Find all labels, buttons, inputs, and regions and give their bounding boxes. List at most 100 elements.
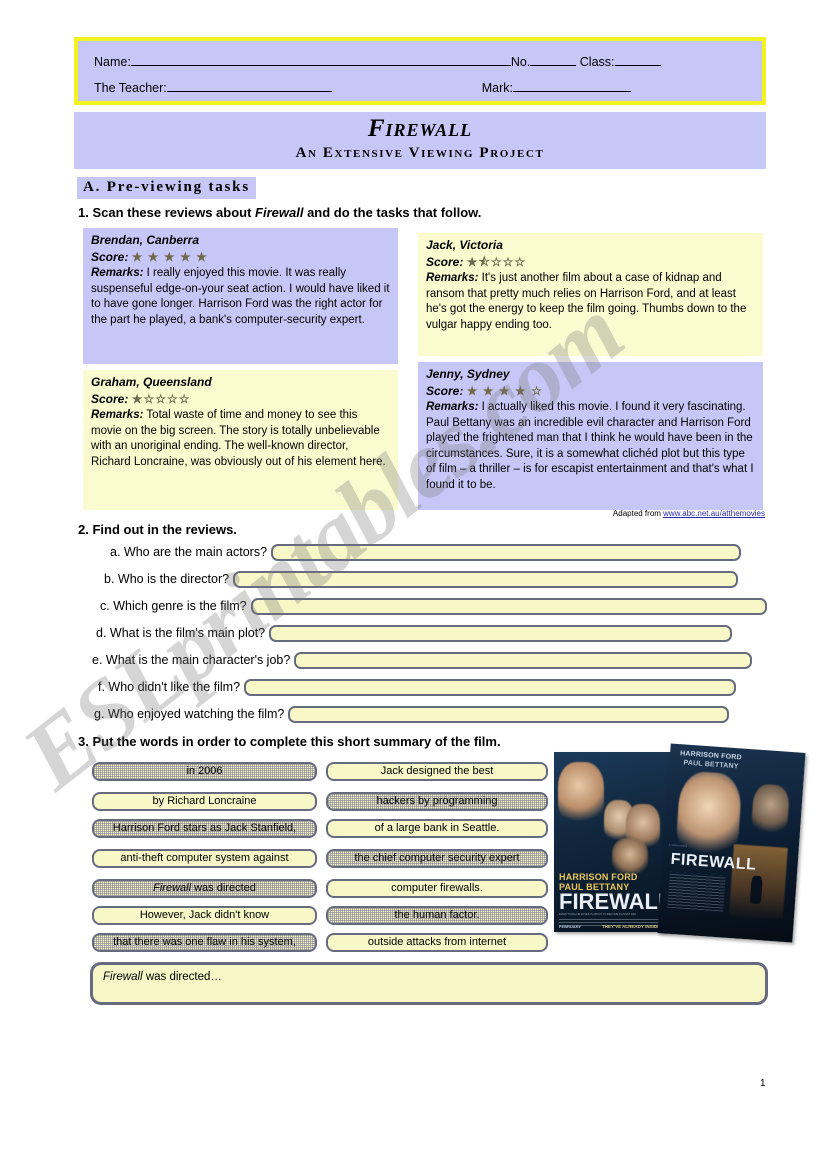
page-subtitle: An Extensive Viewing Project <box>295 145 545 161</box>
summary-film-title: Firewall <box>103 971 143 983</box>
task2-question-label: a. Who are the main actors? <box>110 545 268 559</box>
task3-word-chip[interactable]: computer firewalls. <box>326 879 548 898</box>
review-author: Jack, Victoria <box>426 238 503 252</box>
task3-word-chip[interactable]: anti-theft computer system against <box>92 849 317 868</box>
task2-answer-input[interactable] <box>244 678 737 696</box>
task3-word-chip[interactable]: hackers by programming <box>326 792 548 811</box>
poster-b-credits-block <box>667 871 726 912</box>
summary-answer-box[interactable]: Firewall was directed… <box>90 962 768 1005</box>
task3-chip-label: Firewall was directed <box>153 882 256 894</box>
summary-rest: was directed… <box>142 971 222 983</box>
name-input-line[interactable] <box>130 54 511 66</box>
task2-answer-input[interactable] <box>271 543 742 561</box>
task2-question-row: a. Who are the main actors? <box>110 541 742 563</box>
attribution-prefix: Adapted from <box>612 509 664 518</box>
poster-b-face-bettany <box>750 783 791 836</box>
task3-chip-label: computer firewalls. <box>391 882 483 894</box>
task3-word-chip[interactable]: by Richard Loncraine <box>92 792 317 811</box>
remarks-label: Remarks: <box>426 272 479 284</box>
identity-row-1: Name: No. Class: <box>94 54 661 69</box>
task3-chip-label: Jack designed the best <box>380 765 494 777</box>
task2-question-label: f. Who didn't like the film? <box>98 680 241 694</box>
review-card-jenny: Jenny, Sydney Score: ★ ★ ★ ★ ☆ Remarks: … <box>418 362 763 510</box>
student-identity-box: Name: No. Class: The Teacher: Mark: <box>74 37 766 105</box>
task2-answer-input[interactable] <box>250 597 767 615</box>
task2-question-row: c. Which genre is the film? <box>100 595 767 617</box>
remarks-label: Remarks: <box>426 401 479 413</box>
task3-word-chip[interactable]: Firewall was directed <box>92 879 317 898</box>
task2-question-row: e. What is the main character's job? <box>92 649 753 671</box>
task2-answer-input[interactable] <box>294 651 753 669</box>
review-score-line: Score: ★⯪☆☆☆ <box>426 255 755 271</box>
remarks-text: I actually liked this movie. I found it … <box>426 401 754 491</box>
star-rating-icon: ★⯪☆☆☆ <box>466 254 527 269</box>
attribution-link[interactable]: www.abc.net.au/atthemovies <box>663 509 765 518</box>
task1-instruction: 1. Scan these reviews about Firewall and… <box>78 205 481 220</box>
teacher-input-line[interactable] <box>166 80 332 92</box>
no-input-line[interactable] <box>530 54 577 66</box>
task3-chip-label: However, Jack didn't know <box>139 909 270 921</box>
task3-word-chip[interactable]: outside attacks from internet <box>326 933 548 952</box>
review-card-graham: Graham, Queensland Score: ★☆☆☆☆ Remarks:… <box>83 370 398 510</box>
review-card-brendan: Brendan, Canberra Score: ★ ★ ★ ★ ★ Remar… <box>83 228 398 364</box>
star-rating-icon: ★ ★ ★ ★ ☆ <box>466 383 543 398</box>
movie-poster-firewall-1: HARRISON FORD PAUL BETTANY FIREWALL EVER… <box>554 752 672 932</box>
task3-chip-label: Harrison Ford stars as Jack Stanfield, <box>112 822 297 834</box>
star-rating-icon: ★ ★ ★ ★ ★ <box>131 249 208 264</box>
task3-word-chip[interactable]: in 2006 <box>92 762 317 781</box>
review-score-line: Score: ★ ★ ★ ★ ★ <box>91 250 390 266</box>
score-label: Score: <box>426 383 464 398</box>
score-label: Score: <box>91 391 129 406</box>
task3-chip-label: hackers by programming <box>376 795 498 807</box>
task2-question-row: g. Who enjoyed watching the film? <box>94 703 730 725</box>
score-label: Score: <box>426 254 464 269</box>
task3-word-chip[interactable]: that there was one flaw in his system, <box>92 933 317 952</box>
task3-word-chip[interactable]: of a large bank in Seattle. <box>326 819 548 838</box>
task3-word-chip[interactable]: Harrison Ford stars as Jack Stanfield, <box>92 819 317 838</box>
star-rating-icon: ★☆☆☆☆ <box>131 391 191 406</box>
poster-face-ford <box>558 762 604 824</box>
review-remarks: Remarks: I really enjoyed this movie. It… <box>91 266 390 328</box>
review-remarks: Remarks: Total waste of time and money t… <box>91 408 390 470</box>
poster-a-month: FEBRUARY <box>559 924 582 929</box>
review-author: Brendan, Canberra <box>91 233 200 247</box>
poster-a-tagline: THEY'VE ALREADY INSIDE. <box>602 924 662 929</box>
remarks-label: Remarks: <box>91 267 144 279</box>
review-score-line: Score: ★ ★ ★ ★ ☆ <box>426 384 755 400</box>
task2-question-label: g. Who enjoyed watching the film? <box>94 707 285 721</box>
poster-b-running-figure <box>749 875 763 905</box>
task3-instruction: 3. Put the words in order to complete th… <box>78 734 501 749</box>
task3-chip-label: the human factor. <box>394 909 480 921</box>
page-title: Firewall <box>367 115 473 142</box>
class-input-line[interactable] <box>614 54 661 66</box>
task3-word-chip[interactable]: the human factor. <box>326 906 548 925</box>
poster-b-title: FIREWALL <box>670 850 757 874</box>
task2-answer-input[interactable] <box>233 570 739 588</box>
identity-row-2: The Teacher: Mark: <box>94 80 631 95</box>
task1-film-title: Firewall <box>255 205 304 220</box>
task3-word-chip[interactable]: the chief computer security expert <box>326 849 548 868</box>
task2-answer-input[interactable] <box>269 624 733 642</box>
review-author: Jenny, Sydney <box>426 367 510 381</box>
mark-label: Mark: <box>481 81 513 95</box>
poster-face-child <box>612 838 648 874</box>
task3-chip-label: the chief computer security expert <box>354 852 520 864</box>
task3-word-chip[interactable]: Jack designed the best <box>326 762 548 781</box>
task2-question-label: d. What is the film's main plot? <box>96 626 266 640</box>
task3-word-chip[interactable]: However, Jack didn't know <box>92 906 317 925</box>
task2-question-label: b. Who is the director? <box>104 572 230 586</box>
page-number: 1 <box>760 1078 766 1089</box>
review-score-line: Score: ★☆☆☆☆ <box>91 392 390 408</box>
task2-answer-input[interactable] <box>288 705 730 723</box>
task2-instruction: 2. Find out in the reviews. <box>78 522 237 537</box>
mark-input-line[interactable] <box>512 80 631 92</box>
task1-number: 1. <box>78 205 89 220</box>
source-attribution: Adapted from www.abc.net.au/atthemovies <box>560 509 765 518</box>
class-label: Class: <box>579 55 615 69</box>
movie-poster-firewall-2: HARRISON FORD PAUL BETTANY A motion pict… <box>657 743 806 943</box>
task3-chip-label: by Richard Loncraine <box>152 795 257 807</box>
task3-chip-label: of a large bank in Seattle. <box>374 822 500 834</box>
task3-chip-label: in 2006 <box>186 765 223 777</box>
poster-b-actor-2: PAUL BETTANY <box>683 759 739 771</box>
task2-question-row: d. What is the film's main plot? <box>96 622 733 644</box>
